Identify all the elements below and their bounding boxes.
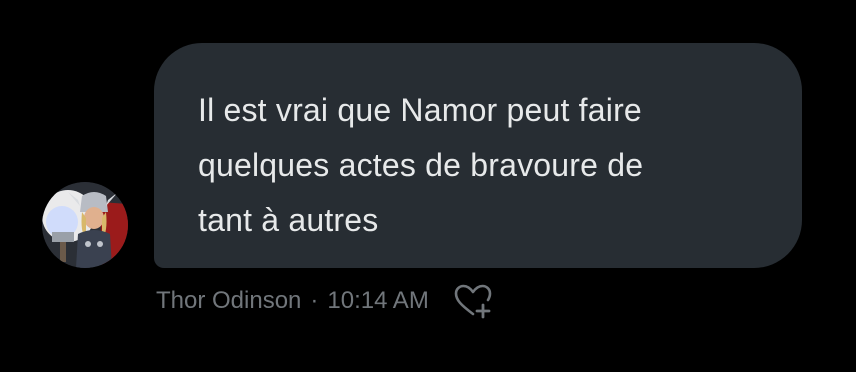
message-bubble: Il est vrai que Namor peut faire quelque… (154, 43, 802, 268)
heart-plus-icon (454, 284, 492, 319)
message-time: 10:14 AM (327, 287, 429, 314)
sender-name[interactable]: Thor Odinson (156, 287, 301, 315)
message-meta: Thor Odinson · 10:14 AM (156, 283, 495, 319)
avatar[interactable] (42, 182, 128, 268)
meta-separator: · (310, 287, 319, 314)
add-reaction-button[interactable] (451, 281, 495, 321)
message-text: Il est vrai que Namor peut faire quelque… (198, 92, 644, 238)
avatar-image (42, 182, 128, 268)
